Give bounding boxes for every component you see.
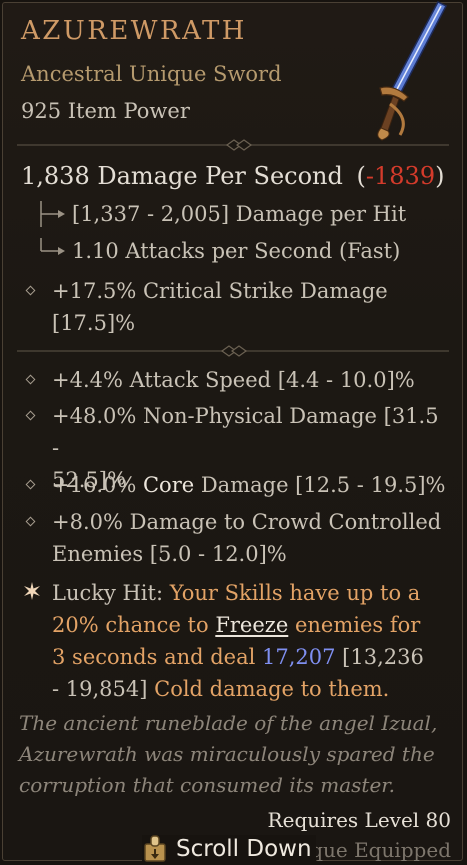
section-divider <box>17 137 449 153</box>
unique-power-text: Lucky Hit: Your Skills have up to a 20% … <box>52 581 424 701</box>
damage-per-hit: [1,337 - 2,005] Damage per Hit <box>72 202 407 226</box>
scroll-down-prompt[interactable]: Scroll Down <box>142 835 316 863</box>
dps-close-paren: ) <box>435 162 445 190</box>
dps-value: 1,838 Damage Per Second <box>21 162 343 190</box>
dps-open-paren: ( <box>356 162 366 190</box>
implicit-affix: +17.5% Critical Strike Damage [17.5]% <box>52 279 388 335</box>
affix-crowd-controlled: +8.0% Damage to Crowd Controlled Enemies… <box>52 510 442 566</box>
required-level: Requires Level 80 <box>267 808 451 832</box>
flavor-text: The ancient runeblade of the angel Izual… <box>19 711 438 797</box>
freeze-keyword[interactable]: Freeze <box>215 613 288 637</box>
sword-icon <box>377 1 448 141</box>
core-keyword[interactable]: Core <box>143 473 194 497</box>
affix-core-damage: +16.0% Core Damage [12.5 - 19.5]% <box>52 473 446 497</box>
item-name: AZUREWRATH <box>21 16 247 46</box>
dps-delta: -1839 <box>365 162 436 190</box>
scroll-key-icon <box>144 835 166 862</box>
branch-arrow-icon <box>40 238 65 255</box>
attacks-per-second: 1.10 Attacks per Second (Fast) <box>72 239 401 263</box>
lucky-hit-star-icon <box>24 582 40 600</box>
section-divider <box>17 343 449 359</box>
dps-line: 1,838 Damage Per Second (-1839) <box>21 162 444 190</box>
item-power: 925 Item Power <box>21 99 190 123</box>
cold-damage-value: 17,207 <box>262 645 336 669</box>
scroll-down-label: Scroll Down <box>176 836 312 862</box>
affix-attack-speed: +4.4% Attack Speed [4.4 - 10.0]% <box>52 368 415 392</box>
item-type: Ancestral Unique Sword <box>21 62 282 86</box>
branch-arrow-icon <box>40 201 65 227</box>
lucky-hit-label: Lucky Hit: <box>52 581 164 605</box>
